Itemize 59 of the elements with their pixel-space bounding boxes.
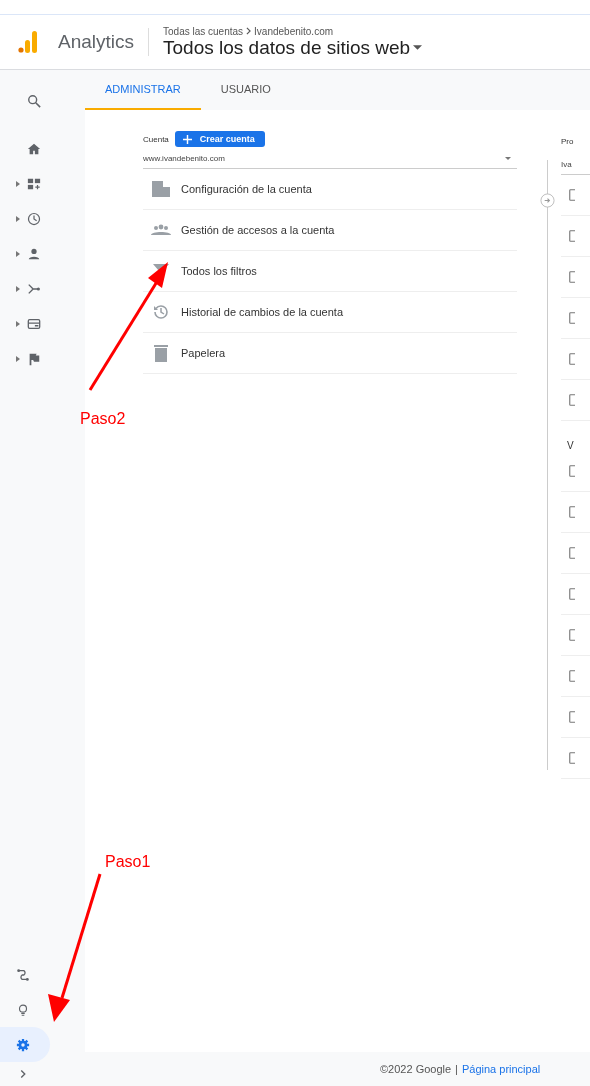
expand-caret-icon[interactable] xyxy=(16,355,20,362)
menu-item-icon xyxy=(569,188,575,202)
arrow-circle-icon[interactable] xyxy=(540,193,555,208)
menu-item-icon xyxy=(569,270,575,284)
app-name: Analytics xyxy=(58,31,135,53)
search-icon[interactable] xyxy=(27,94,41,108)
menu-item-icon xyxy=(569,393,575,407)
flag-icon[interactable] xyxy=(27,351,41,366)
property-selector[interactable]: Iva xyxy=(561,154,590,175)
person-icon[interactable] xyxy=(27,246,41,261)
dashboard-icon[interactable] xyxy=(27,176,41,191)
account-menu-item[interactable]: Todos los filtros xyxy=(181,265,257,277)
tab[interactable]: USUARIO xyxy=(200,70,291,110)
building-icon xyxy=(151,179,171,199)
home-page-link[interactable]: Página principal xyxy=(461,1063,541,1075)
account-menu-item[interactable]: Gestión de accesos a la cuenta xyxy=(181,224,335,236)
menu-item-icon xyxy=(569,546,575,560)
annotation-text: Paso2 xyxy=(80,410,126,428)
menu-item-icon xyxy=(569,669,575,683)
menu-item-icon xyxy=(569,352,575,366)
menu-item-icon xyxy=(569,229,575,243)
window-icon[interactable] xyxy=(27,316,41,331)
home-icon[interactable] xyxy=(27,141,41,156)
chevron-right-icon xyxy=(246,27,252,35)
property-label: Pro xyxy=(561,137,574,146)
expand-caret-icon[interactable] xyxy=(16,320,20,327)
menu-item-icon xyxy=(569,464,575,478)
plus-icon[interactable] xyxy=(182,134,192,144)
menu-item-icon xyxy=(569,628,575,642)
caret-down-icon[interactable] xyxy=(505,156,511,160)
caret-down-icon[interactable] xyxy=(413,45,423,50)
expand-caret-icon[interactable] xyxy=(16,285,20,292)
account-menu-item[interactable]: Historial de cambios de la cuenta xyxy=(181,306,344,318)
account-label: Cuenta xyxy=(143,134,169,144)
menu-item-icon xyxy=(569,311,575,325)
expand-caret-icon[interactable] xyxy=(16,250,20,257)
breadcrumb-item[interactable]: Todas las cuentas xyxy=(163,25,244,37)
menu-item-icon xyxy=(569,505,575,519)
view-selector[interactable]: Todos los datos de sitios web xyxy=(163,36,423,59)
create-account-button[interactable]: Crear cuenta xyxy=(174,131,265,147)
branch-icon[interactable] xyxy=(27,281,41,296)
menu-item-icon xyxy=(569,710,575,724)
account-menu-item[interactable]: Papelera xyxy=(181,347,226,359)
history-icon xyxy=(151,302,171,322)
expand-caret-icon[interactable] xyxy=(16,180,20,187)
copyright-text: ©2022 Google xyxy=(380,1063,452,1075)
annotation-text: Paso1 xyxy=(105,853,151,871)
section-heading: V xyxy=(567,440,574,451)
clock-icon[interactable] xyxy=(27,211,41,226)
menu-item-icon xyxy=(569,587,575,601)
expand-caret-icon[interactable] xyxy=(16,215,20,222)
breadcrumb-item[interactable]: Ivandebenito.com xyxy=(254,25,334,37)
menu-item-icon xyxy=(569,751,575,765)
account-selector[interactable]: www.ivandebenito.com xyxy=(143,148,517,169)
separator: | xyxy=(455,1063,458,1075)
trash-icon xyxy=(151,343,171,363)
analytics-logo-icon xyxy=(18,30,38,54)
account-menu-item[interactable]: Configuración de la cuenta xyxy=(181,183,312,195)
settings-icon[interactable] xyxy=(0,1027,50,1062)
